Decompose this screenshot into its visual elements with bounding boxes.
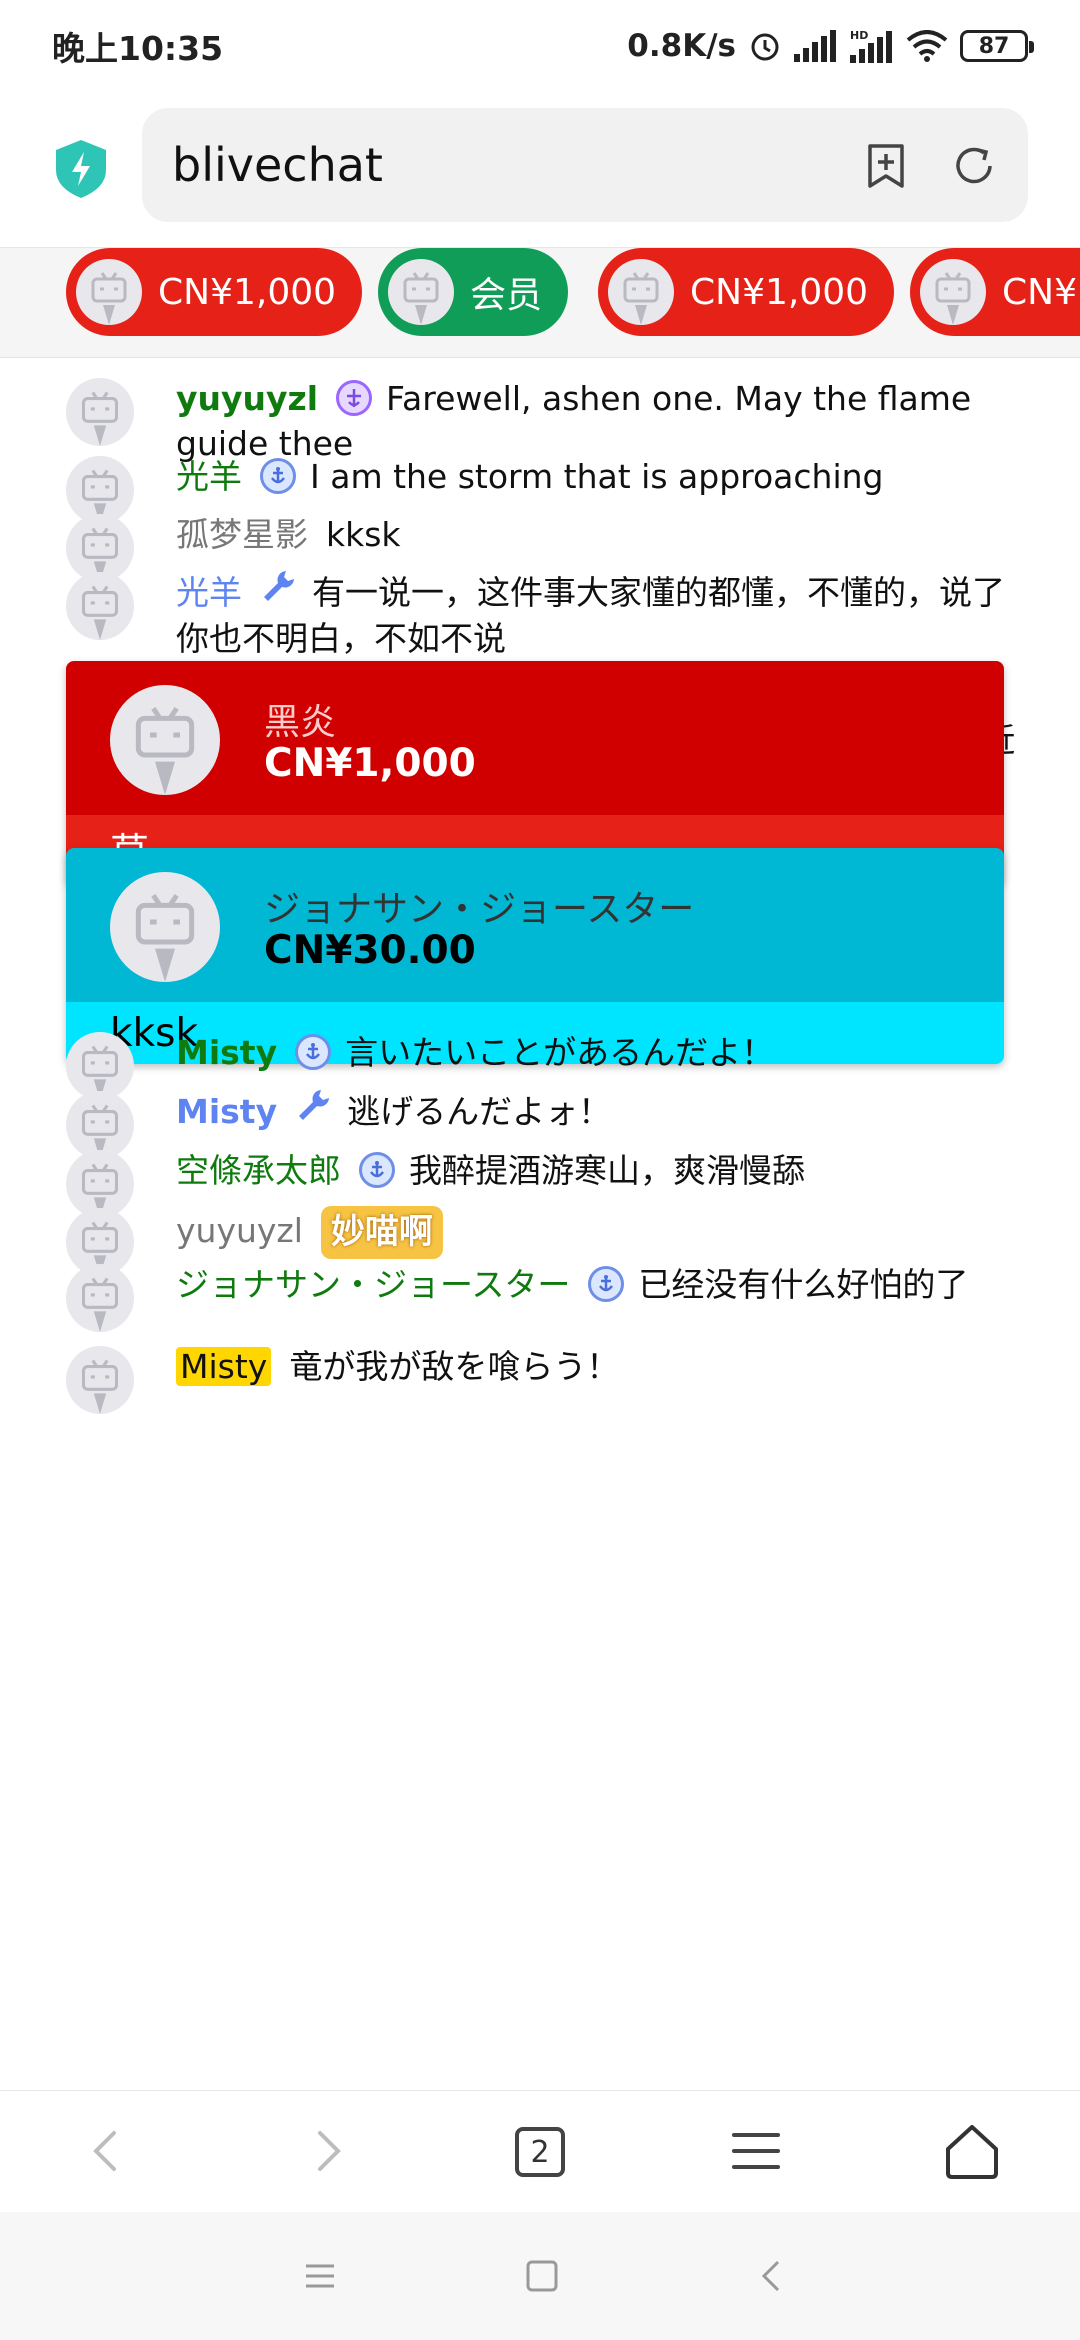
status-time: 晚上10:35: [52, 29, 224, 68]
message-body: yuyuyzl Farewell, ashen one. May the flam…: [176, 376, 1026, 466]
ticker-label: CN¥1: [1002, 271, 1080, 313]
recent-apps-icon[interactable]: [300, 2256, 340, 2296]
message-author[interactable]: Misty: [176, 1347, 272, 1386]
superchat-header: 黑炎 CN¥1,000: [66, 661, 1004, 815]
tabs-button[interactable]: 2: [515, 2127, 565, 2177]
message-author[interactable]: 空條承太郎: [176, 1151, 341, 1190]
bookmark-add-icon[interactable]: [862, 142, 910, 190]
superchat-header: ジョナサン・ジョースター CN¥30.00: [66, 848, 1004, 1002]
browser-nav-bar: 2: [0, 2090, 1080, 2212]
anchor-badge-icon: [295, 1033, 332, 1070]
message-body: 光羊 I am the storm that is approaching: [176, 454, 1026, 499]
message-body: Misty 竜が我が敌を喰らう！: [176, 1344, 1026, 1389]
message-author[interactable]: ジョナサン・ジョースター: [176, 1265, 570, 1304]
message-author[interactable]: 光羊: [176, 573, 242, 612]
network-speed: 0.8K/s: [627, 28, 736, 64]
anchor-badge-icon: [588, 1265, 625, 1302]
superchat-name: ジョナサン・ジョースター: [264, 889, 695, 930]
admin-wrench-icon: [295, 1086, 333, 1135]
anchor-badge-icon: [260, 457, 296, 494]
avatar: [66, 1091, 134, 1159]
ticker-label: CN¥1,000: [158, 271, 337, 313]
message-body: Misty 逃げるんだよォ！: [176, 1089, 1026, 1135]
alarm-icon: [751, 33, 779, 61]
ticker-item[interactable]: CN¥1,000: [598, 248, 895, 336]
message-author[interactable]: 孤梦星影: [176, 515, 308, 554]
status-bar: 晚上10:35 0.8K/s HD 87: [0, 0, 1080, 92]
avatar: [608, 259, 674, 325]
forward-arrow-icon[interactable]: [296, 2119, 360, 2183]
avatar: [110, 872, 220, 982]
avatar: [920, 259, 986, 325]
message-text: 已经没有什么好怕的了: [638, 1265, 969, 1304]
sticker: 妙喵啊: [320, 1206, 443, 1259]
avatar: [66, 1264, 134, 1332]
message-author[interactable]: yuyuyzl: [176, 379, 318, 418]
message-text: 我醉提酒游寒山，爽滑慢舔: [409, 1151, 805, 1190]
url-field[interactable]: blivechat: [142, 108, 1028, 222]
message-author[interactable]: Misty: [176, 1033, 277, 1072]
ticker-label: CN¥1,000: [690, 271, 869, 313]
ticker-item[interactable]: CN¥1: [910, 248, 1080, 336]
back-arrow-icon[interactable]: [74, 2119, 138, 2183]
avatar: [110, 685, 220, 795]
message-text: I am the storm that is approaching: [310, 457, 884, 496]
menu-icon[interactable]: [724, 2119, 788, 2183]
tab-count: 2: [530, 2134, 550, 2170]
message-body: 孤梦星影 kksk: [176, 512, 1026, 557]
guard-badge-icon: [336, 379, 373, 416]
message-body: 光羊 有一说一，这件事大家懂的都懂，不懂的，说了你也不明白，不如不说: [176, 570, 1026, 661]
avatar: [66, 1346, 134, 1414]
address-bar: blivechat: [0, 92, 1080, 248]
message-body: Misty 言いたいことがあるんだよ！: [176, 1030, 1026, 1075]
battery-icon: 87: [960, 30, 1034, 62]
signal-hd-icon: HD: [850, 29, 892, 63]
message-body: yuyuyzl 妙喵啊: [176, 1206, 1026, 1259]
ticker-item[interactable]: 会员: [378, 248, 569, 336]
superchat-name: 黑炎: [264, 702, 337, 743]
chat-list[interactable]: yuyuyzl Farewell, ashen one. May the flam…: [0, 358, 1080, 2088]
message-body: ジョナサン・ジョースター 已经没有什么好怕的了: [176, 1262, 1026, 1307]
system-nav-bar: [0, 2212, 1080, 2340]
message-text: kksk: [326, 515, 401, 554]
svg-text:HD: HD: [850, 29, 868, 42]
status-right: 0.8K/s HD 87: [627, 28, 1034, 64]
back-button-icon[interactable]: [752, 2256, 792, 2296]
message-author[interactable]: 光羊: [176, 457, 242, 496]
superchat-amount: CN¥1,000: [264, 741, 476, 786]
message-text: 逃げるんだよォ！: [347, 1092, 612, 1131]
avatar: [76, 259, 142, 325]
avatar: [66, 1032, 134, 1100]
avatar: [66, 572, 134, 640]
wifi-icon: [906, 30, 948, 62]
reload-icon[interactable]: [950, 142, 998, 190]
home-button-icon[interactable]: [522, 2256, 562, 2296]
message-text: 有一说一，这件事大家懂的都懂，不懂的，说了你也不明白，不如不说: [176, 573, 1005, 658]
shield-lightning-icon[interactable]: [52, 138, 110, 200]
message-author[interactable]: yuyuyzl: [176, 1211, 303, 1250]
message-author[interactable]: Misty: [176, 1092, 277, 1131]
ticker-item[interactable]: CN¥1,000: [66, 248, 363, 336]
admin-wrench-icon: [260, 567, 298, 616]
home-icon[interactable]: [940, 2119, 1004, 2183]
signal-icon: [794, 30, 836, 62]
avatar: [388, 259, 454, 325]
message-text: 言いたいことがあるんだよ！: [345, 1033, 775, 1072]
message-body: 空條承太郎 我醉提酒游寒山，爽滑慢舔: [176, 1148, 1026, 1193]
battery-level: 87: [978, 33, 1010, 59]
avatar: [66, 378, 134, 446]
superchat-amount: CN¥30.00: [264, 928, 476, 973]
ticker-bar: CN¥1,000 会员 CN¥1,000 CN¥1: [0, 248, 1080, 358]
anchor-badge-icon: [359, 1151, 395, 1188]
ticker-label: 会员: [470, 275, 543, 316]
message-text: 竜が我が敌を喰らう！: [289, 1347, 620, 1386]
url-text: blivechat: [172, 138, 383, 192]
